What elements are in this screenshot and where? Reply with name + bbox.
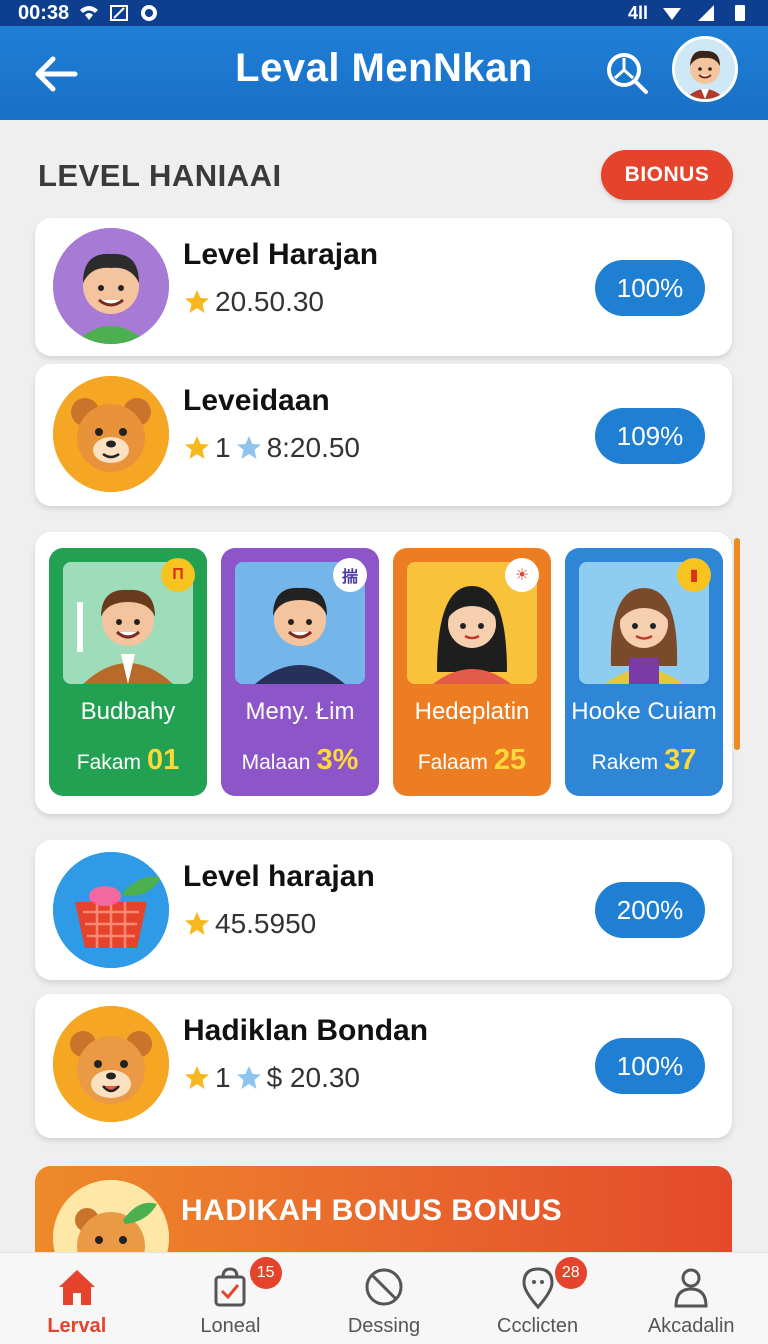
tile-stat-value: 01 (146, 744, 180, 776)
avatar (53, 228, 169, 344)
tile-badge: 揣 (333, 558, 367, 592)
star-icon (185, 1066, 209, 1089)
tile-stat: Falaam 25 (393, 744, 551, 777)
basket-avatar-icon (53, 852, 169, 968)
nav-label: Loneal (200, 1315, 261, 1337)
app-bar: Leval MenNkan (0, 26, 768, 120)
friend-tile[interactable]: 揣 Meny. Łim Malaan 3% (221, 548, 379, 796)
friend-tile[interactable]: ☀ Hedeplatin Falaam 25 (393, 548, 551, 796)
nav-label: Dessing (347, 1315, 421, 1337)
tile-badge: ▮ (677, 558, 711, 592)
notification-icon (141, 5, 158, 21)
avatar (53, 376, 169, 492)
search-icon[interactable] (604, 50, 650, 96)
level-title: Level harajan (183, 860, 375, 893)
tile-stat: Rakem 37 (565, 744, 723, 777)
tile-stat-value: 25 (493, 744, 527, 776)
tile-stat-label: Fakam (76, 751, 141, 774)
level-stats: 20.50.30 (183, 286, 324, 318)
signal-text: 4ll (627, 2, 648, 23)
nav-item-dessing[interactable]: Dessing (307, 1253, 461, 1344)
level-card[interactable]: Hadiklan Bondan 1 $ 20.30 100% (35, 994, 732, 1138)
level-title: Level Harajan (183, 238, 379, 271)
horizontal-scrollbar[interactable] (734, 538, 740, 750)
level-card[interactable]: Leveidaan 1 8:20.50 109% (35, 364, 732, 506)
nav-label: Ccclicten (497, 1315, 579, 1337)
nav-badge: 15 (249, 1257, 282, 1289)
level-value: 8:20.50 (266, 432, 360, 463)
level-card[interactable]: Level Harajan 20.50.30 100% (35, 218, 732, 356)
bottom-navigation: Lerval 15 Loneal Dessing 28 Ccclicten Ak… (0, 1252, 768, 1344)
percent-badge[interactable]: 100% (595, 260, 705, 316)
profile-avatar[interactable] (672, 36, 738, 102)
nav-item-akcadalin[interactable]: Akcadalin (614, 1253, 768, 1344)
level-value: 20.50.30 (215, 286, 324, 317)
level-prefix: 1 (215, 432, 231, 463)
page-title: Leval MenNkan (235, 46, 533, 90)
bag-check-icon (214, 1267, 246, 1307)
tile-stat-value: 37 (664, 744, 697, 776)
bonus-button[interactable]: BIONUS (601, 150, 733, 200)
level-value: 45.5950 (215, 908, 317, 939)
nav-item-ccclicten[interactable]: 28 Ccclicten (461, 1253, 615, 1344)
level-stats: 1 8:20.50 (183, 432, 360, 464)
person-icon (674, 1268, 708, 1308)
friends-grid: П Budbahy Fakam 01 揣 Meny. Łim Malaan 3% (35, 532, 732, 814)
tile-name: Meny. Łim (245, 698, 355, 725)
star-icon (185, 290, 209, 313)
tile-badge: П (161, 558, 195, 592)
tile-badge: ☀ (505, 558, 539, 592)
man-face-icon (675, 39, 735, 99)
nfc-icon (110, 5, 129, 21)
tile-stat: Fakam 01 (49, 744, 207, 777)
blue-star-icon (236, 436, 261, 459)
nav-label: Lerval (47, 1315, 107, 1337)
hamster-avatar-icon (53, 1006, 169, 1122)
nav-item-loneal[interactable]: 15 Loneal (154, 1253, 308, 1344)
wifi-icon (80, 6, 99, 20)
bear-avatar-icon (53, 376, 169, 492)
tile-stat-label: Rakem (591, 751, 659, 774)
level-title: Leveidaan (183, 384, 330, 417)
status-time: 00:38 (18, 1, 70, 24)
friend-tile[interactable]: П Budbahy Fakam 01 (49, 548, 207, 796)
prohibited-icon (365, 1268, 403, 1306)
status-bar: 00:38 4ll (0, 0, 768, 26)
level-title: Hadiklan Bondan (183, 1014, 429, 1047)
home-icon (58, 1270, 95, 1305)
tile-name: Hedeplatin (414, 698, 530, 725)
avatar (53, 1006, 169, 1122)
star-icon (185, 912, 209, 935)
promo-title: HADIKAH BONUS BONUS (181, 1194, 563, 1227)
tile-stat-label: Malaan (241, 751, 311, 774)
level-stats: 1 $ 20.30 (183, 1062, 360, 1094)
level-card[interactable]: Level harajan 45.5950 200% (35, 840, 732, 980)
percent-badge[interactable]: 109% (595, 408, 705, 464)
battery-icon (735, 5, 745, 21)
percent-badge[interactable]: 100% (595, 1038, 705, 1094)
tile-stat: Malaan 3% (221, 744, 379, 777)
man-avatar-icon (53, 228, 169, 344)
percent-badge[interactable]: 200% (595, 882, 705, 938)
tile-stat-label: Falaam (417, 751, 488, 774)
level-value: $ 20.30 (266, 1062, 360, 1093)
avatar (53, 852, 169, 968)
wifi-signal-icon (663, 8, 681, 20)
nav-label: Akcadalin (647, 1315, 735, 1337)
tile-name: Hooke Cuiam (571, 698, 717, 725)
blue-star-icon (236, 1066, 261, 1089)
tile-name: Budbahy (80, 698, 176, 725)
tile-stat-value: 3% (316, 744, 359, 776)
section-title: LEVEL HANIAAI (38, 158, 282, 193)
level-stats: 45.5950 (183, 908, 316, 940)
nav-item-lerval[interactable]: Lerval (0, 1253, 154, 1344)
cell-signal-icon (698, 5, 714, 21)
level-prefix: 1 (215, 1062, 231, 1093)
star-icon (185, 436, 209, 459)
nav-badge: 28 (554, 1257, 587, 1289)
friend-tile[interactable]: ▮ Hooke Cuiam Rakem 37 (565, 548, 723, 796)
location-pin-icon (522, 1267, 554, 1309)
